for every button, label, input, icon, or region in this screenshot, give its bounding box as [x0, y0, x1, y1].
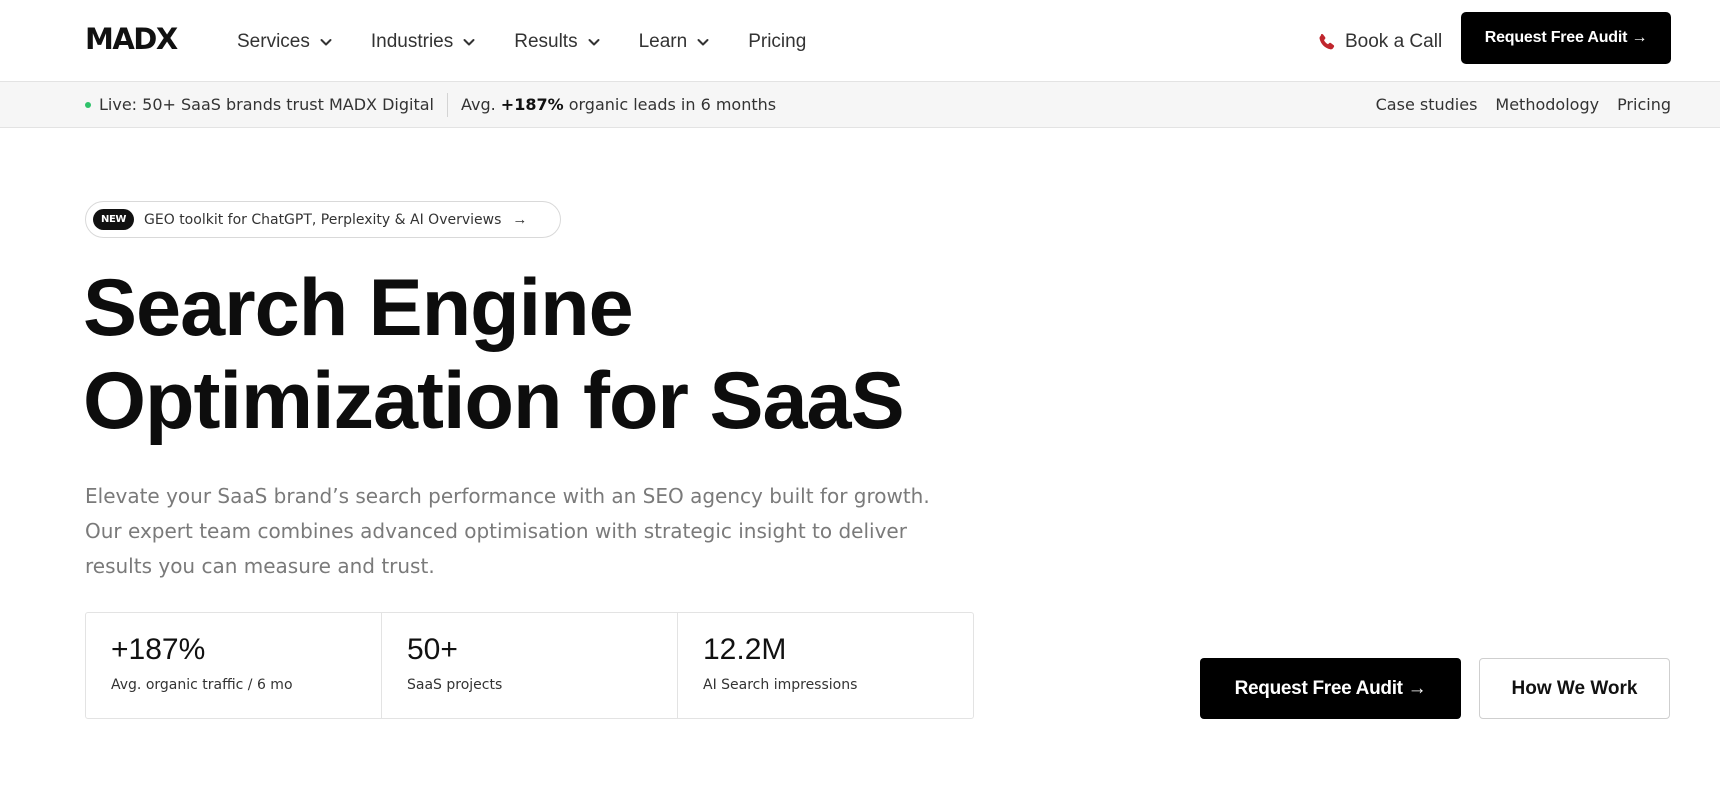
geo-toolkit-pill[interactable]: NEW GEO toolkit for ChatGPT, Perplexity …	[85, 201, 561, 238]
nav-item-results[interactable]: Results	[514, 28, 600, 56]
avg-prefix: Avg.	[460, 95, 496, 114]
hero-description-line: Elevate your SaaS brand’s search perform…	[85, 484, 930, 508]
link-case-studies[interactable]: Case studies	[1376, 95, 1478, 114]
nav-item-label: Learn	[638, 31, 688, 52]
pill-text: GEO toolkit for ChatGPT, Perplexity & AI…	[144, 211, 502, 228]
nav-item-pricing[interactable]: Pricing	[748, 28, 806, 56]
stat-label: AI Search impressions	[703, 677, 858, 693]
how-we-work-button[interactable]: How We Work	[1479, 658, 1670, 719]
live-status-dot	[85, 101, 91, 108]
live-text: Live: 50+ SaaS brands trust MADX Digital	[99, 95, 434, 114]
nav-item-label: Pricing	[748, 31, 807, 52]
chevron-down-icon	[696, 35, 710, 49]
announcement-links: Case studies Methodology Pricing	[1358, 82, 1671, 127]
new-badge: NEW	[93, 209, 135, 230]
chevron-down-icon	[587, 35, 601, 49]
stat-organic-traffic: +187% Avg. organic traffic / 6 mo	[86, 613, 382, 718]
hero-description: Elevate your SaaS brand’s search perform…	[85, 479, 985, 584]
link-pricing[interactable]: Pricing	[1617, 95, 1671, 114]
hero-title-line1: Search Engine	[83, 263, 634, 353]
hero-description-line: Our expert team combines advanced optimi…	[85, 519, 907, 543]
stat-saas-projects: 50+ SaaS projects	[382, 613, 678, 718]
announcement-bar: Live: 50+ SaaS brands trust MADX Digital…	[0, 81, 1720, 128]
announcement-left: Live: 50+ SaaS brands trust MADX Digital…	[85, 82, 776, 127]
nav-item-services[interactable]: Services	[237, 28, 333, 56]
divider	[446, 92, 448, 117]
request-audit-button[interactable]: Request Free Audit →	[1200, 658, 1461, 719]
nav-item-industries[interactable]: Industries	[371, 28, 476, 56]
nav-item-label: Services	[237, 31, 310, 52]
logo[interactable]: MADX	[85, 22, 178, 56]
hero-description-line: results you can measure and trust.	[85, 554, 435, 578]
avg-value: +187%	[500, 95, 564, 114]
stat-value: +187%	[111, 633, 206, 666]
arrow-right-icon: →	[512, 211, 528, 228]
link-methodology[interactable]: Methodology	[1495, 95, 1599, 114]
stat-value: 12.2M	[703, 633, 787, 666]
stats-panel: +187% Avg. organic traffic / 6 mo 50+ Sa…	[85, 612, 974, 719]
avg-suffix: organic leads in 6 months	[568, 95, 777, 114]
chevron-down-icon	[462, 35, 476, 49]
stat-label: SaaS projects	[407, 677, 503, 693]
nav-item-label: Industries	[370, 31, 454, 52]
stat-value: 50+	[407, 633, 458, 666]
top-navigation: MADX Services Industries Results Learn P…	[0, 0, 1720, 82]
chevron-down-icon	[319, 35, 333, 49]
stat-label: Avg. organic traffic / 6 mo	[111, 677, 293, 693]
book-call-link[interactable]: Book a Call	[1317, 28, 1442, 56]
stat-ai-impressions: 12.2M AI Search impressions	[678, 613, 973, 718]
phone-icon	[1317, 32, 1337, 52]
book-call-label: Book a Call	[1345, 31, 1443, 52]
nav-item-learn[interactable]: Learn	[639, 28, 711, 56]
hero-title-line2: Optimization for SaaS	[83, 356, 905, 446]
main-nav: Services Industries Results Learn Pricin…	[237, 28, 844, 56]
nav-item-label: Results	[514, 31, 578, 52]
hero-title: Search Engine Optimization for SaaS	[83, 262, 1063, 448]
request-audit-button-nav[interactable]: Request Free Audit →	[1461, 12, 1671, 64]
